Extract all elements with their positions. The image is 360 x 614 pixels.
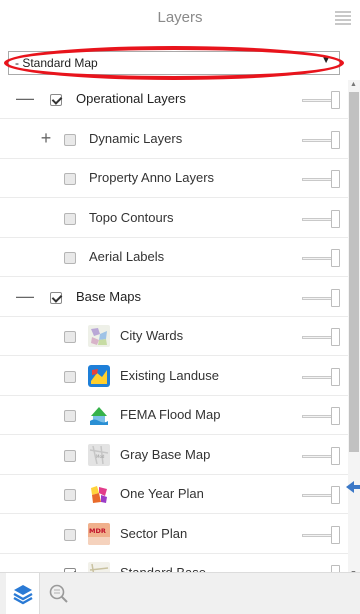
slider-handle[interactable] [331, 209, 340, 228]
layer-label: Standard Base [120, 565, 206, 572]
layer-visibility-checkbox[interactable] [64, 133, 76, 146]
layer-visibility-checkbox[interactable] [64, 331, 76, 343]
layer-row[interactable]: One Year Plan [0, 475, 348, 514]
layers-stack-icon [13, 585, 33, 605]
layer-opacity-slider[interactable] [302, 446, 342, 465]
city-wards-thumbnail [88, 325, 110, 347]
svg-text:MDR: MDR [89, 527, 106, 535]
slider-handle[interactable] [331, 446, 340, 465]
panel-header: Layers [0, 0, 360, 38]
layer-row[interactable]: Mod Gray Base Map [0, 436, 348, 475]
slider-handle[interactable] [331, 130, 340, 149]
scroll-up-arrow-icon[interactable]: ▲ [350, 81, 357, 88]
slider-handle[interactable] [331, 367, 340, 386]
layer-opacity-slider[interactable] [302, 91, 342, 109]
slider-handle[interactable] [331, 91, 340, 109]
layer-label: FEMA Flood Map [120, 407, 221, 422]
basemap-select[interactable]: - Standard Map ▼ [8, 51, 340, 75]
scrollbar-thumb[interactable] [349, 92, 359, 452]
layer-label: Sector Plan [120, 525, 188, 541]
layer-row[interactable]: FEMA Flood Map [0, 396, 348, 435]
collapse-icon[interactable]: — [16, 89, 34, 107]
legend-search-icon [49, 584, 68, 603]
layer-visibility-checkbox[interactable] [64, 212, 76, 225]
svg-text:Mod: Mod [96, 454, 105, 459]
layer-visibility-checkbox[interactable] [50, 291, 62, 304]
panel-title: Layers [157, 9, 203, 26]
slider-handle[interactable] [331, 288, 340, 307]
layer-list: — Operational Layers + Dynamic Layers Proper… [0, 80, 348, 572]
existing-landuse-thumbnail [88, 364, 110, 387]
basemap-select-wrapper: - Standard Map ▼ [4, 46, 344, 80]
panel-footer [0, 572, 360, 614]
layer-visibility-checkbox[interactable] [64, 252, 76, 264]
fema-flood-thumbnail [88, 404, 110, 426]
layer-opacity-slider[interactable] [302, 525, 342, 544]
dropdown-arrow-icon: ▼ [321, 55, 331, 66]
layer-list-scrollbar[interactable]: ▲ ▼ [348, 80, 360, 578]
layer-visibility-checkbox[interactable] [50, 94, 62, 106]
layer-label: Aerial Labels [89, 249, 165, 264]
slider-handle[interactable] [331, 486, 340, 504]
layer-opacity-slider[interactable] [302, 249, 342, 267]
basemap-select-value: - Standard Map [15, 56, 98, 70]
layer-row[interactable]: MDR Sector Plan [0, 515, 348, 554]
expand-icon[interactable]: + [38, 129, 54, 147]
layer-visibility-checkbox[interactable] [64, 489, 76, 501]
layer-row[interactable]: — Operational Layers [0, 80, 348, 119]
layer-label: City Wards [120, 328, 184, 343]
slider-handle[interactable] [331, 170, 340, 188]
tab-legend[interactable] [42, 573, 76, 614]
hamburger-menu-icon[interactable] [335, 11, 351, 25]
layer-label: Existing Landuse [120, 367, 220, 383]
layer-row[interactable]: Standard Base [0, 554, 348, 572]
layer-label: One Year Plan [120, 486, 204, 501]
gray-base-thumbnail: Mod [88, 443, 110, 466]
layer-row[interactable]: Property Anno Layers [0, 159, 348, 198]
layer-label: Base Maps [76, 288, 142, 304]
layer-visibility-checkbox[interactable] [64, 370, 76, 383]
layer-opacity-slider[interactable] [302, 367, 342, 386]
layer-row[interactable]: City Wards [0, 317, 348, 356]
layer-opacity-slider[interactable] [302, 565, 342, 572]
layer-label: Gray Base Map [120, 446, 211, 462]
layer-visibility-checkbox[interactable] [64, 410, 76, 422]
layer-opacity-slider[interactable] [302, 130, 342, 149]
layer-row[interactable]: Aerial Labels [0, 238, 348, 277]
layer-opacity-slider[interactable] [302, 170, 342, 188]
slider-handle[interactable] [331, 249, 340, 267]
layer-row[interactable]: Topo Contours [0, 199, 348, 238]
layer-opacity-slider[interactable] [302, 328, 342, 346]
slider-handle[interactable] [331, 328, 340, 346]
slider-handle[interactable] [331, 525, 340, 544]
layer-visibility-checkbox[interactable] [64, 449, 76, 462]
callout-arrow-icon [346, 481, 360, 493]
layer-label: Topo Contours [89, 209, 174, 225]
layer-label: Operational Layers [76, 91, 186, 106]
layer-row[interactable]: — Base Maps [0, 278, 348, 317]
sector-plan-thumbnail: MDR [88, 522, 110, 545]
layer-opacity-slider[interactable] [302, 288, 342, 307]
collapse-icon[interactable]: — [16, 287, 34, 305]
layer-opacity-slider[interactable] [302, 407, 342, 425]
slider-handle[interactable] [331, 565, 340, 572]
layer-visibility-checkbox[interactable] [64, 528, 76, 541]
one-year-plan-thumbnail [88, 483, 110, 505]
slider-handle[interactable] [331, 407, 340, 425]
layer-visibility-checkbox[interactable] [64, 173, 76, 185]
layer-label: Property Anno Layers [89, 170, 215, 185]
layer-opacity-slider[interactable] [302, 486, 342, 504]
layer-label: Dynamic Layers [89, 130, 183, 146]
layer-opacity-slider[interactable] [302, 209, 342, 228]
layer-row[interactable]: Existing Landuse [0, 357, 348, 396]
tab-layers[interactable] [6, 573, 40, 614]
layer-row[interactable]: + Dynamic Layers [0, 120, 348, 159]
standard-base-thumbnail [88, 562, 110, 572]
